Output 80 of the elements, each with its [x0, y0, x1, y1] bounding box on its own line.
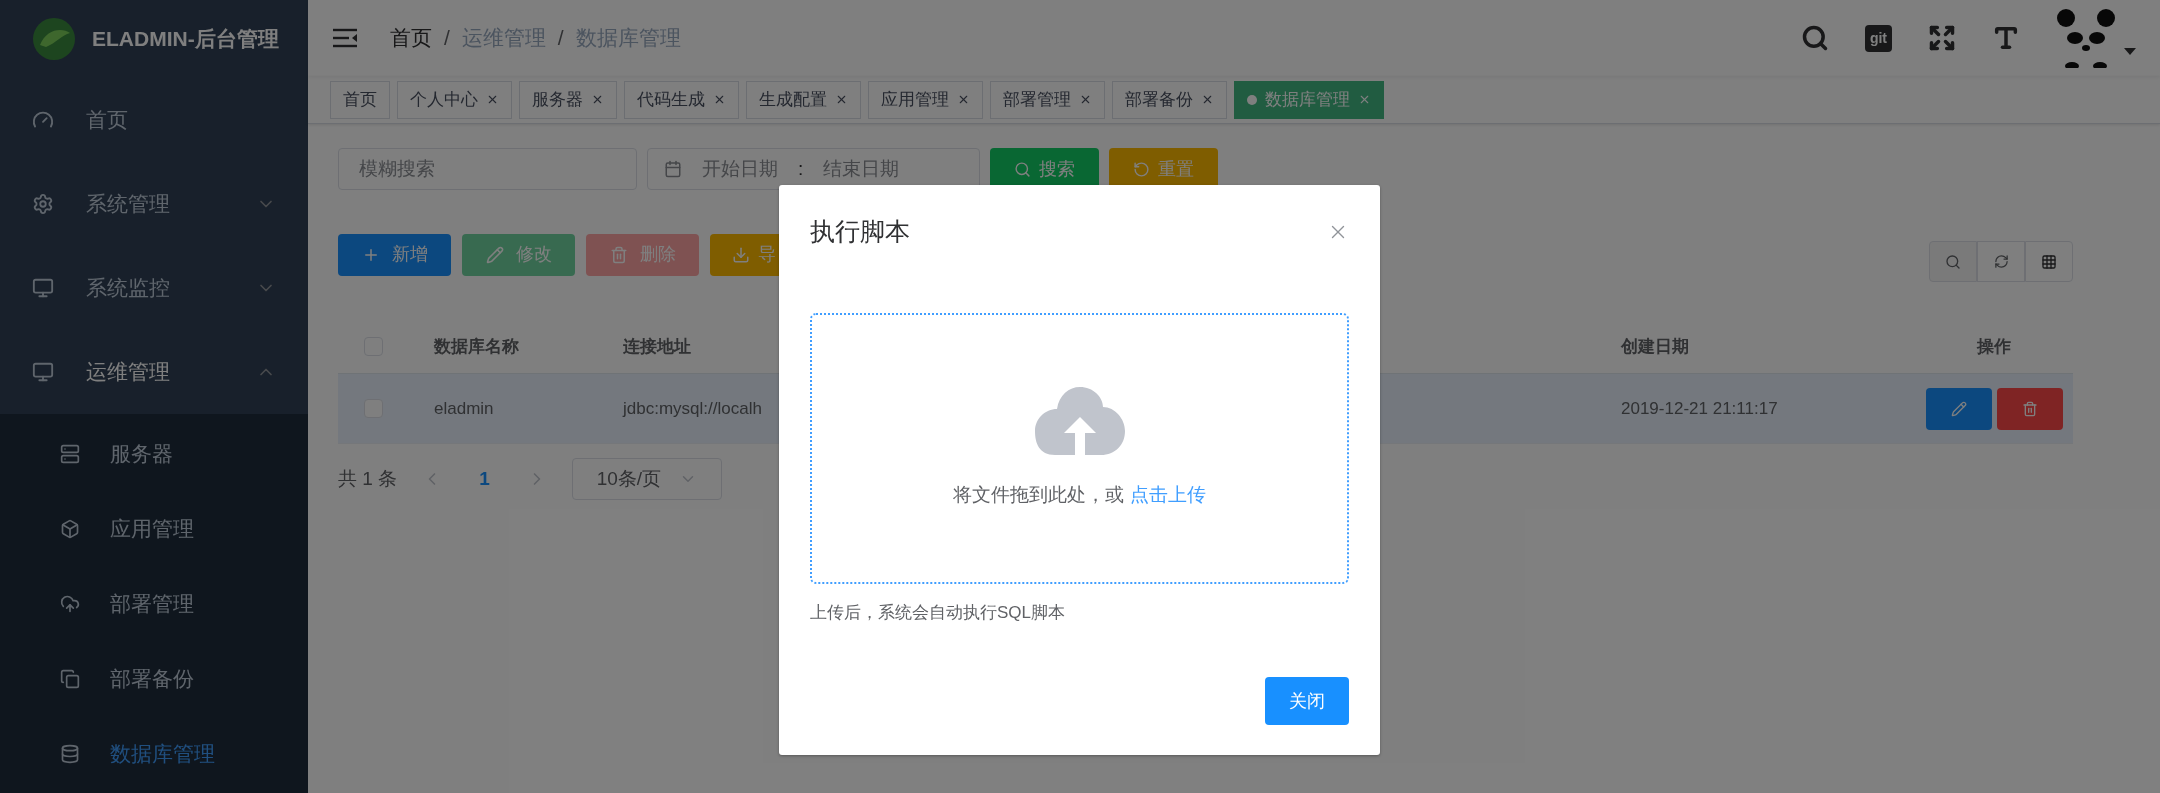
sidebar-item[interactable]: 部署管理	[0, 566, 308, 641]
upload-dropzone[interactable]: 将文件拖到此处，或 点击上传	[810, 312, 1349, 584]
logo-icon	[32, 17, 76, 61]
table-cell: eladmin	[434, 398, 494, 418]
sidebar-item[interactable]: 系统管理	[0, 162, 308, 246]
tag[interactable]: 应用管理	[868, 80, 983, 119]
close-icon[interactable]	[1358, 93, 1371, 106]
close-icon[interactable]	[957, 93, 970, 106]
caret-icon[interactable]	[2124, 48, 2136, 56]
trash-icon	[609, 245, 628, 264]
app-title: ELADMIN-后台管理	[92, 26, 279, 53]
tag[interactable]: 服务器	[519, 80, 617, 119]
close-button[interactable]: 关闭	[1265, 677, 1349, 725]
search-icon[interactable]	[1800, 24, 1829, 52]
breadcrumb-separator: /	[444, 25, 450, 52]
tag[interactable]: 部署管理	[990, 80, 1105, 119]
column-header: 数据库名称	[434, 336, 519, 356]
upload-link[interactable]: 点击上传	[1129, 483, 1206, 505]
search-icon	[1014, 160, 1031, 178]
pencil-icon	[485, 245, 504, 264]
breadcrumb-separator: /	[557, 25, 564, 52]
download-icon	[732, 245, 750, 264]
upload-hint: 将文件拖到此处，或 点击上传	[953, 482, 1206, 507]
column-header: 连接地址	[623, 336, 691, 356]
grid-icon	[2041, 253, 2057, 270]
close-icon[interactable]	[486, 93, 499, 106]
upload-tip: 上传后，系统会自动执行SQL脚本	[810, 601, 1067, 624]
refresh-button[interactable]	[1977, 241, 2025, 282]
column-header: 操作	[1977, 336, 2011, 356]
page-number[interactable]: 1	[467, 464, 502, 494]
sidebar-item[interactable]: 服务器	[0, 416, 308, 491]
copy-icon	[60, 668, 80, 689]
tag[interactable]: 部署备份	[1112, 80, 1227, 119]
cloud-upload-icon	[1034, 386, 1125, 455]
pencil-icon	[1950, 400, 1967, 417]
tag[interactable]: 数据库管理	[1234, 80, 1384, 119]
sidebar-item[interactable]: 运维管理	[0, 330, 308, 414]
settings-icon	[32, 193, 54, 215]
page-size-select[interactable]: 10条/页	[571, 458, 722, 500]
close-icon[interactable]	[591, 93, 604, 106]
refresh-icon	[1993, 254, 2009, 269]
close-icon[interactable]	[713, 93, 726, 106]
close-icon[interactable]	[1079, 93, 1092, 106]
cube-icon	[60, 518, 80, 539]
trash-icon	[2021, 400, 2038, 417]
tag[interactable]: 生成配置	[746, 80, 861, 119]
columns-button[interactable]	[2025, 241, 2073, 282]
font-size-icon[interactable]	[1992, 24, 2020, 52]
search-field[interactable]: 模糊搜索	[338, 148, 637, 190]
search-icon	[1945, 253, 1961, 270]
sidebar-item[interactable]: 应用管理	[0, 491, 308, 566]
git-badge[interactable]: git	[1864, 24, 1892, 52]
sidebar-item[interactable]: 数据库管理	[0, 716, 308, 791]
cloud-upload-icon	[60, 593, 80, 614]
search-toggle-button[interactable]	[1929, 241, 1977, 282]
reset-icon	[1133, 160, 1150, 178]
add-button[interactable]: 新增	[338, 233, 451, 276]
breadcrumb-item[interactable]: 首页	[390, 22, 432, 54]
edit-button[interactable]	[1925, 387, 1992, 430]
tag[interactable]: 首页	[330, 80, 390, 119]
fullscreen-icon[interactable]	[1928, 24, 1956, 52]
monitor-icon	[32, 277, 54, 299]
sidebar-item[interactable]: 系统监控	[0, 246, 308, 330]
table-cell: 2019-12-21 21:11:17	[1621, 398, 1778, 418]
total-count: 共 1 条	[338, 466, 398, 491]
column-header: 创建日期	[1621, 336, 1689, 356]
close-icon[interactable]	[1201, 93, 1214, 106]
tag[interactable]: 代码生成	[624, 80, 739, 119]
tag[interactable]: 个人中心	[397, 80, 512, 119]
monitor-icon	[32, 361, 54, 383]
delete-button[interactable]	[1996, 387, 2063, 430]
close-icon[interactable]	[835, 93, 848, 106]
menu-toggle-icon[interactable]	[332, 27, 358, 49]
sidebar-item[interactable]: 部署备份	[0, 641, 308, 716]
calendar-icon	[664, 160, 682, 178]
database-icon	[60, 743, 80, 764]
table-cell: jdbc:mysql://localh	[623, 398, 762, 418]
sidebar-item[interactable]: 首页	[0, 78, 308, 162]
avatar[interactable]	[2056, 8, 2116, 68]
server-icon	[60, 443, 80, 464]
